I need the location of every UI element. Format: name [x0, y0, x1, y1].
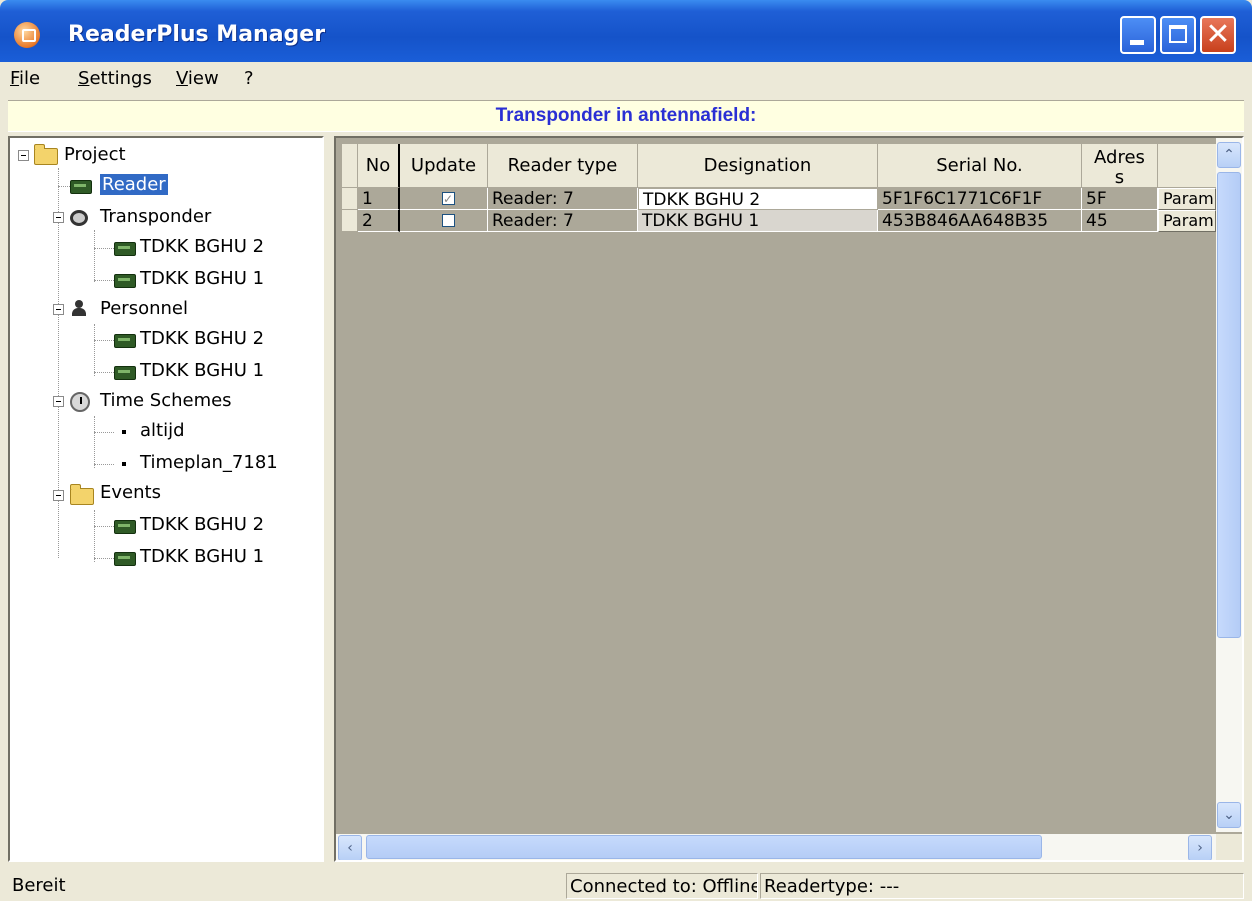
horizontal-scrollbar[interactable]: ‹ ›	[336, 834, 1216, 860]
tree-item-events[interactable]: Events	[100, 482, 161, 503]
column-header-designation[interactable]: Designation	[638, 144, 878, 188]
menu-file[interactable]: File	[10, 68, 40, 89]
reader-icon	[114, 334, 136, 348]
param-button[interactable]: Param	[1158, 188, 1216, 210]
tree-item-project[interactable]: Project	[64, 144, 126, 165]
collapse-toggle-transponder[interactable]	[53, 212, 64, 223]
param-button[interactable]: Param	[1158, 210, 1216, 232]
menu-help[interactable]: ?	[244, 68, 254, 89]
person-icon	[72, 300, 86, 316]
status-readertype: Readertype: ---	[760, 873, 1244, 899]
reader-grid[interactable]: No Update Reader type Designation Serial…	[334, 136, 1244, 862]
scrollbar-corner	[1216, 834, 1242, 860]
tree-item-transponder-child[interactable]: TDKK BGHU 2	[140, 236, 264, 257]
cell-update	[400, 188, 488, 210]
row-header[interactable]	[342, 188, 358, 210]
cell-serial-no: 5F1F6C1771C6F1F	[878, 188, 1082, 210]
reader-icon	[114, 242, 136, 256]
scroll-right-button[interactable]: ›	[1188, 835, 1212, 860]
close-icon: ✕	[1205, 17, 1231, 52]
scroll-left-button[interactable]: ‹	[338, 835, 362, 860]
reader-icon	[70, 180, 92, 194]
column-header-params[interactable]	[1158, 144, 1218, 188]
collapse-toggle-events[interactable]	[53, 490, 64, 501]
title-bar[interactable]: ReaderPlus Manager ✕	[0, 0, 1252, 62]
vertical-scroll-thumb[interactable]	[1217, 172, 1241, 638]
cell-address: 45	[1082, 210, 1158, 232]
tree-item-time-scheme[interactable]: Timeplan_7181	[140, 452, 278, 473]
window-title: ReaderPlus Manager	[68, 22, 326, 47]
column-header-reader-type[interactable]: Reader type	[488, 144, 638, 188]
vertical-scrollbar[interactable]: ⌃ ⌄	[1216, 138, 1242, 832]
column-header-no[interactable]: No	[358, 144, 400, 188]
minimize-button[interactable]	[1120, 16, 1156, 54]
cell-address: 5F	[1082, 188, 1158, 210]
reader-icon	[114, 274, 136, 288]
menu-bar: File Settings View ?	[0, 62, 1252, 96]
banner-text: Transponder in antennafield:	[495, 105, 757, 126]
cell-serial-no: 453B846AA648B35	[878, 210, 1082, 232]
tree-item-personnel-child[interactable]: TDKK BGHU 2	[140, 328, 264, 349]
column-header-serial-no[interactable]: Serial No.	[878, 144, 1082, 188]
status-connection: Connected to: Offline	[566, 873, 758, 899]
status-bar: Bereit Connected to: Offline Readertype:…	[0, 868, 1252, 901]
status-message: Bereit	[12, 875, 66, 896]
column-header-address[interactable]: Adres s	[1082, 144, 1158, 188]
reader-icon	[114, 366, 136, 380]
grid-corner-header	[342, 144, 358, 188]
folder-icon	[70, 484, 94, 505]
reader-icon	[114, 552, 136, 566]
reader-icon	[114, 520, 136, 534]
transponder-icon	[70, 210, 88, 226]
row-header[interactable]	[342, 210, 358, 232]
tree-item-time-scheme[interactable]: altijd	[140, 420, 185, 441]
tree-item-reader[interactable]: Reader	[100, 174, 168, 195]
collapse-toggle-time-schemes[interactable]	[53, 396, 64, 407]
cell-no: 2	[358, 210, 400, 232]
cell-designation[interactable]: TDKK BGHU 1	[638, 210, 878, 232]
tree-item-transponder-child[interactable]: TDKK BGHU 1	[140, 268, 264, 289]
menu-view[interactable]: View	[176, 68, 219, 89]
tree-item-time-schemes[interactable]: Time Schemes	[100, 390, 232, 411]
cell-reader-type: Reader: 7	[488, 210, 638, 232]
cell-designation-editing[interactable]: TDKK BGHU 2	[638, 188, 878, 210]
info-banner: Transponder in antennafield:	[8, 100, 1244, 132]
app-icon[interactable]	[14, 22, 40, 48]
tree-item-personnel-child[interactable]: TDKK BGHU 1	[140, 360, 264, 381]
horizontal-scroll-thumb[interactable]	[366, 835, 1042, 859]
project-tree[interactable]: Project Reader Transponder TDKK BGHU 2 T…	[8, 136, 324, 862]
update-checkbox[interactable]	[442, 214, 455, 227]
clock-icon	[70, 392, 90, 412]
bullet-icon	[122, 462, 126, 466]
update-checkbox[interactable]	[442, 188, 455, 209]
scroll-up-button[interactable]: ⌃	[1217, 142, 1241, 168]
tree-item-transponder[interactable]: Transponder	[100, 206, 211, 227]
bullet-icon	[122, 430, 126, 434]
tree-item-event[interactable]: TDKK BGHU 2	[140, 514, 264, 535]
cell-update	[400, 210, 488, 232]
cell-no: 1	[358, 188, 400, 210]
collapse-toggle-project[interactable]	[18, 150, 29, 161]
tree-item-personnel[interactable]: Personnel	[100, 298, 188, 319]
column-header-update[interactable]: Update	[400, 144, 488, 188]
collapse-toggle-personnel[interactable]	[53, 304, 64, 315]
close-button[interactable]: ✕	[1200, 16, 1236, 54]
menu-settings[interactable]: Settings	[78, 68, 152, 89]
cell-reader-type: Reader: 7	[488, 188, 638, 210]
maximize-button[interactable]	[1160, 16, 1196, 54]
scroll-down-button[interactable]: ⌄	[1217, 802, 1241, 828]
tree-item-event[interactable]: TDKK BGHU 1	[140, 546, 264, 567]
folder-icon	[34, 144, 58, 165]
